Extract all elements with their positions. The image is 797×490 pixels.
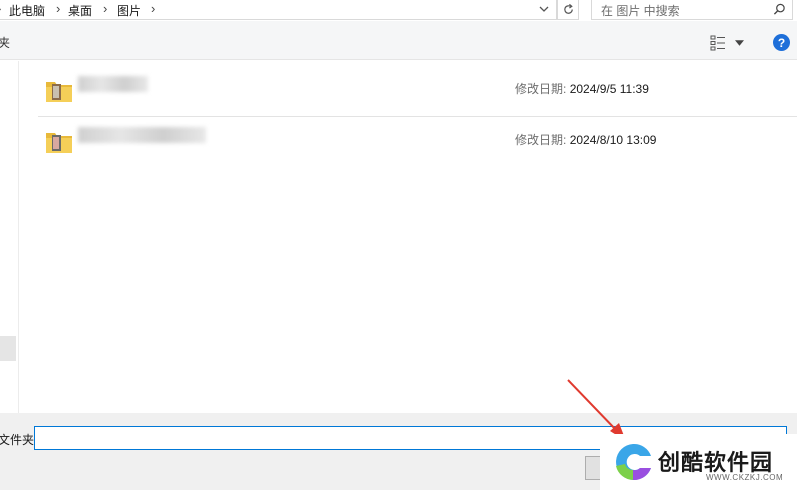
modified-value: 2024/9/5 11:39 bbox=[569, 82, 649, 96]
folder-icon bbox=[46, 82, 72, 102]
file-name[interactable] bbox=[78, 76, 148, 92]
modified-value: 2024/8/10 13:09 bbox=[569, 133, 657, 147]
watermark-url: WWW.CKZKJ.COM bbox=[706, 473, 784, 482]
breadcrumb-desktop[interactable]: 桌面 bbox=[68, 2, 92, 19]
file-name[interactable] bbox=[78, 127, 206, 143]
modified-label: 修改日期: bbox=[515, 133, 567, 147]
file-modified: 修改日期: 2024/8/10 13:09 bbox=[515, 131, 656, 148]
folder-label: 文件夹: bbox=[0, 433, 38, 447]
breadcrumb-pictures[interactable]: 图片 bbox=[117, 2, 141, 19]
toolbar-new-folder-label[interactable]: 夹 bbox=[0, 34, 10, 51]
file-list[interactable]: 修改日期: 2024/9/5 11:39 修改日期: 2024/8/10 13:… bbox=[20, 61, 797, 413]
refresh-icon bbox=[563, 3, 573, 14]
breadcrumb-separator[interactable]: › bbox=[151, 1, 155, 16]
address-bar[interactable]: › 此电脑 › 桌面 › 图片 › bbox=[0, 0, 557, 20]
list-item[interactable]: 修改日期: 2024/8/10 13:09 bbox=[38, 116, 797, 166]
breadcrumb-separator[interactable]: › bbox=[103, 1, 107, 16]
breadcrumb-separator: › bbox=[0, 1, 1, 16]
navigation-pane[interactable] bbox=[0, 61, 19, 413]
caret-down-icon[interactable] bbox=[735, 40, 744, 46]
refresh-button[interactable] bbox=[557, 0, 579, 20]
file-modified: 修改日期: 2024/9/5 11:39 bbox=[515, 80, 649, 97]
watermark-logo: 创酷软件园 WWW.CKZKJ.COM bbox=[600, 434, 797, 490]
nav-selected-item[interactable] bbox=[0, 336, 16, 361]
breadcrumb-this-pc[interactable]: 此电脑 bbox=[9, 2, 45, 19]
search-icon[interactable] bbox=[773, 3, 786, 16]
chevron-down-icon[interactable] bbox=[538, 3, 550, 15]
toolbar: 夹 ? bbox=[0, 21, 797, 60]
breadcrumb-separator[interactable]: › bbox=[56, 1, 60, 16]
details-view-icon[interactable] bbox=[710, 35, 726, 51]
brand-logo-icon bbox=[616, 443, 651, 481]
help-icon[interactable]: ? bbox=[773, 34, 790, 51]
address-row: › 此电脑 › 桌面 › 图片 › 在 图片 中搜索 bbox=[0, 0, 797, 21]
search-input[interactable]: 在 图片 中搜索 bbox=[591, 0, 793, 20]
modified-label: 修改日期: bbox=[515, 82, 567, 96]
folder-icon bbox=[46, 133, 72, 153]
list-item[interactable]: 修改日期: 2024/9/5 11:39 bbox=[38, 66, 797, 116]
search-placeholder: 在 图片 中搜索 bbox=[601, 4, 680, 18]
